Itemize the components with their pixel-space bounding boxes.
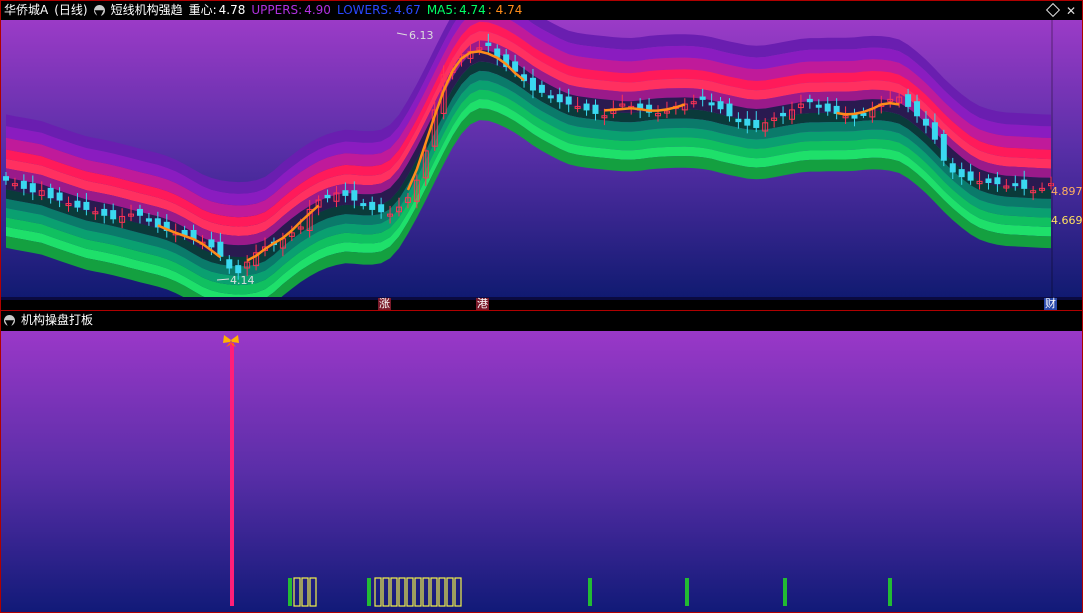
uppers-value: 4.90 [304, 3, 331, 17]
candle [74, 200, 81, 208]
candle [931, 122, 938, 140]
candle [3, 176, 9, 181]
candle [226, 259, 233, 269]
candle [780, 112, 787, 117]
candle [208, 239, 215, 248]
candle [806, 98, 813, 103]
axis-strip [1, 297, 1082, 300]
candle [726, 103, 733, 117]
candle [717, 101, 724, 110]
green-signal-bar [888, 578, 892, 606]
right-label-lower: 4.669 [1051, 214, 1082, 227]
candle [83, 201, 90, 210]
sub-chart-background [1, 331, 1082, 612]
event-tag-gang[interactable]: 港 [476, 298, 489, 310]
candle [565, 96, 572, 105]
sub-chart-panel: ▼ 机构操盘打板 [0, 310, 1083, 613]
right-label-upper: 4.897 [1051, 185, 1082, 198]
candle [824, 103, 831, 112]
candle [101, 208, 108, 216]
lowers-value: 4.67 [394, 3, 421, 17]
candle [905, 94, 912, 107]
main-chart-panel: 华侨城A (日线) ▼ 短线机构强趋 重心: 4.78 UPPERS: 4.90… [0, 0, 1083, 311]
candle [958, 169, 965, 178]
ma5-value: 4.74 [459, 3, 486, 17]
candle [378, 204, 385, 213]
candle [136, 208, 143, 216]
candle [20, 180, 27, 189]
candle [342, 190, 349, 196]
diamond-icon[interactable] [1045, 2, 1061, 18]
candle [485, 42, 492, 47]
candle [529, 77, 536, 91]
green-signal-bar [367, 578, 371, 606]
candle [708, 102, 715, 106]
candle [815, 104, 822, 108]
uppers-label: UPPERS: [251, 3, 303, 17]
candle [860, 112, 867, 116]
center-value: 4.78 [218, 3, 246, 17]
main-chart: 6.13 4.14 4.897 4.669 [1, 20, 1082, 300]
candle [592, 104, 599, 114]
signal-line [230, 343, 234, 606]
low-label: 4.14 [230, 274, 255, 287]
close-icon[interactable]: ✕ [1066, 2, 1076, 21]
ma5-label: MA5: [426, 3, 458, 17]
green-signal-bar [685, 578, 689, 606]
candle [914, 101, 921, 117]
sub-chart-header: ▼ 机构操盘打板 [1, 311, 1082, 331]
indicator-name[interactable]: 短线机构强趋 [111, 1, 183, 20]
candle [217, 241, 224, 257]
candle [735, 118, 742, 123]
candle [1012, 183, 1019, 187]
candle [994, 177, 1001, 185]
indicator-menu-icon-2[interactable]: ▼ [4, 315, 15, 331]
candle [110, 210, 117, 220]
candle [547, 95, 554, 99]
candle [699, 96, 706, 100]
candle [949, 163, 956, 173]
candle [967, 171, 974, 181]
candle [940, 133, 947, 161]
candle [556, 94, 563, 103]
candle [29, 183, 36, 193]
green-signal-bar [588, 578, 592, 606]
candle [583, 103, 590, 111]
candle [369, 201, 376, 210]
sub-chart [1, 331, 1082, 612]
green-signal-bar [288, 578, 292, 606]
candle [235, 265, 242, 274]
period-label[interactable]: (日线) [54, 1, 87, 20]
ma5-value-2: : 4.74 [487, 3, 523, 17]
candle [145, 218, 152, 222]
lowers-label: LOWERS: [336, 3, 393, 17]
green-signal-bar [783, 578, 787, 606]
high-label: 6.13 [409, 29, 434, 42]
candle [1021, 179, 1028, 189]
event-tag-zhang[interactable]: 涨 [378, 298, 391, 310]
candle [985, 178, 992, 184]
candle [538, 84, 545, 93]
candle [360, 203, 367, 207]
candle [56, 192, 63, 201]
candle [324, 194, 331, 199]
candle [351, 190, 358, 201]
main-chart-header: 华侨城A (日线) ▼ 短线机构强趋 重心: 4.78 UPPERS: 4.90… [1, 1, 1082, 21]
candle [753, 119, 760, 128]
candle [744, 118, 751, 126]
stock-name[interactable]: 华侨城A [4, 1, 48, 20]
sub-indicator-name[interactable]: 机构操盘打板 [21, 311, 93, 330]
event-tag-cai[interactable]: 财 [1044, 298, 1057, 310]
center-label: 重心: [188, 3, 217, 17]
indicator-menu-icon[interactable]: ▼ [93, 5, 105, 21]
candle [47, 187, 54, 199]
candle [922, 118, 929, 126]
